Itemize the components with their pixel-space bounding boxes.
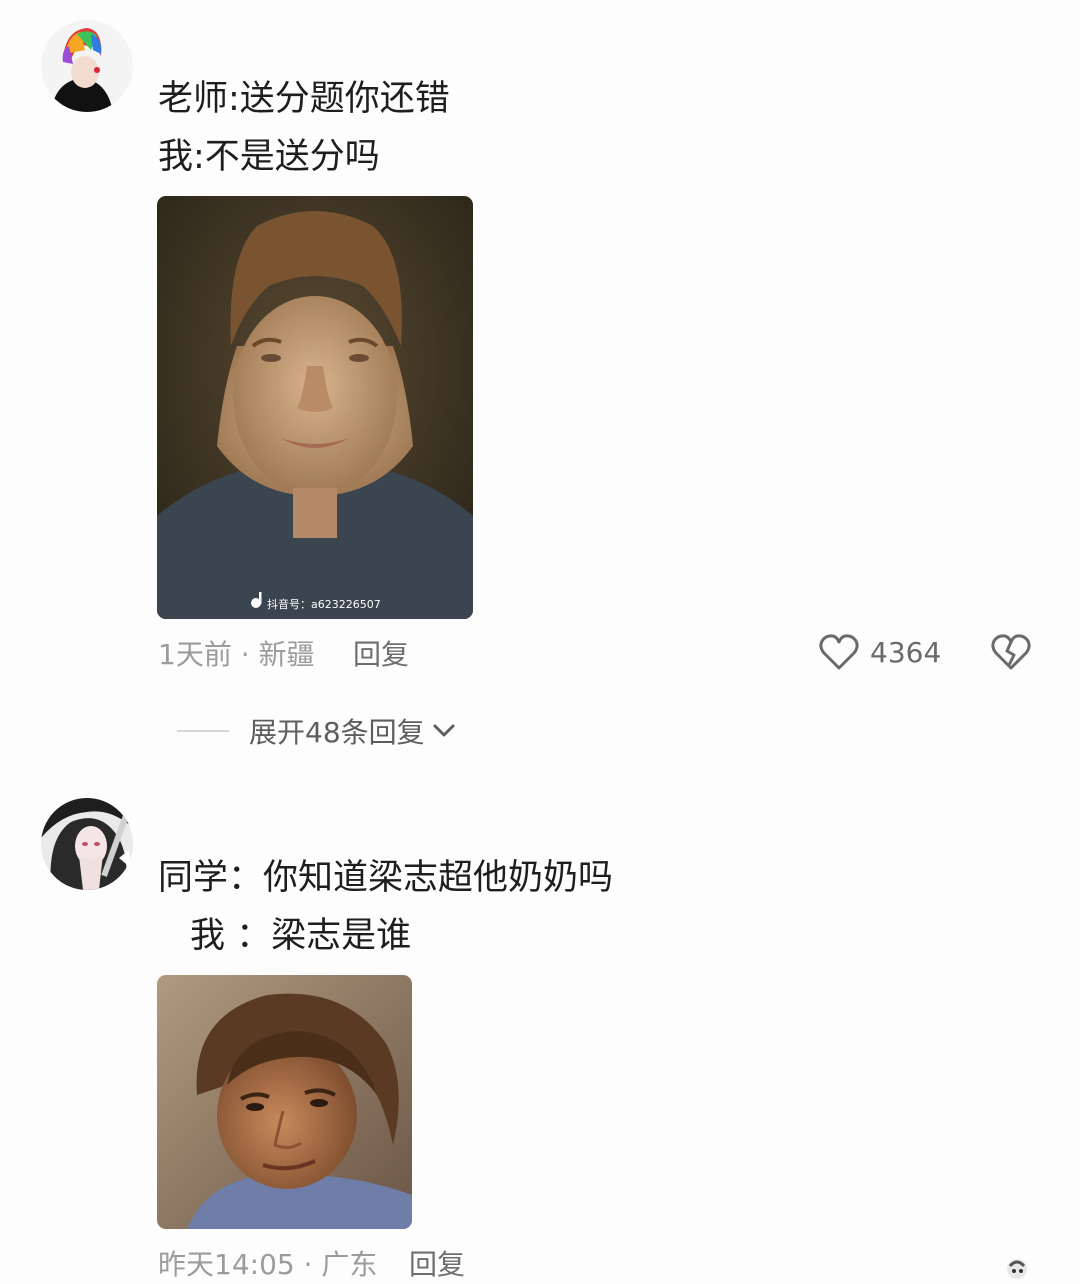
face-photo: 抖音号：a623226507 bbox=[157, 196, 473, 619]
broken-heart-icon bbox=[991, 634, 1031, 670]
avatar-rainbow-hair-icon bbox=[41, 20, 133, 112]
chevron-down-icon bbox=[433, 724, 455, 737]
comment-image[interactable]: 抖音号：a623226507 bbox=[157, 196, 473, 619]
face-photo bbox=[157, 975, 412, 1229]
comment-text-line1: 老师:送分题你还错 bbox=[158, 79, 450, 119]
heart-icon bbox=[819, 634, 859, 670]
comment-image[interactable] bbox=[157, 975, 412, 1229]
dislike-button[interactable] bbox=[990, 632, 1032, 676]
divider bbox=[177, 730, 229, 732]
comment-meta: 昨天14:05 · 广东 bbox=[158, 1248, 378, 1281]
comment-text-line2: 我 ：梁志是谁 bbox=[190, 916, 412, 956]
comment-text-line2: 我:不是送分吗 bbox=[158, 137, 380, 177]
avatar[interactable] bbox=[41, 798, 133, 890]
sticker-icon bbox=[1007, 1259, 1027, 1279]
reply-button[interactable]: 回复 bbox=[409, 1247, 465, 1283]
watermark-text: 抖音号：a623226507 bbox=[267, 597, 381, 611]
expand-replies-button[interactable]: 展开48条回复 bbox=[177, 711, 457, 751]
reply-button[interactable]: 回复 bbox=[353, 637, 409, 673]
comment-meta: 1天前 · 新疆 bbox=[158, 638, 315, 671]
like-count: 4364 bbox=[870, 635, 942, 669]
like-button[interactable]: 4364 bbox=[818, 632, 941, 672]
expand-replies-label: 展开48条回复 bbox=[249, 716, 425, 749]
avatar-anime-girl-icon bbox=[41, 798, 133, 890]
comment-text-line1: 同学：你知道梁志超他奶奶吗 bbox=[158, 858, 614, 898]
avatar[interactable] bbox=[41, 20, 133, 112]
